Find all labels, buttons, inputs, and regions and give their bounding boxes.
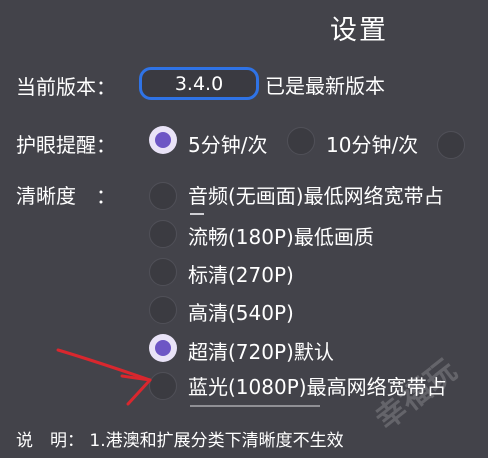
- annotation-arrow-icon: [56, 348, 152, 406]
